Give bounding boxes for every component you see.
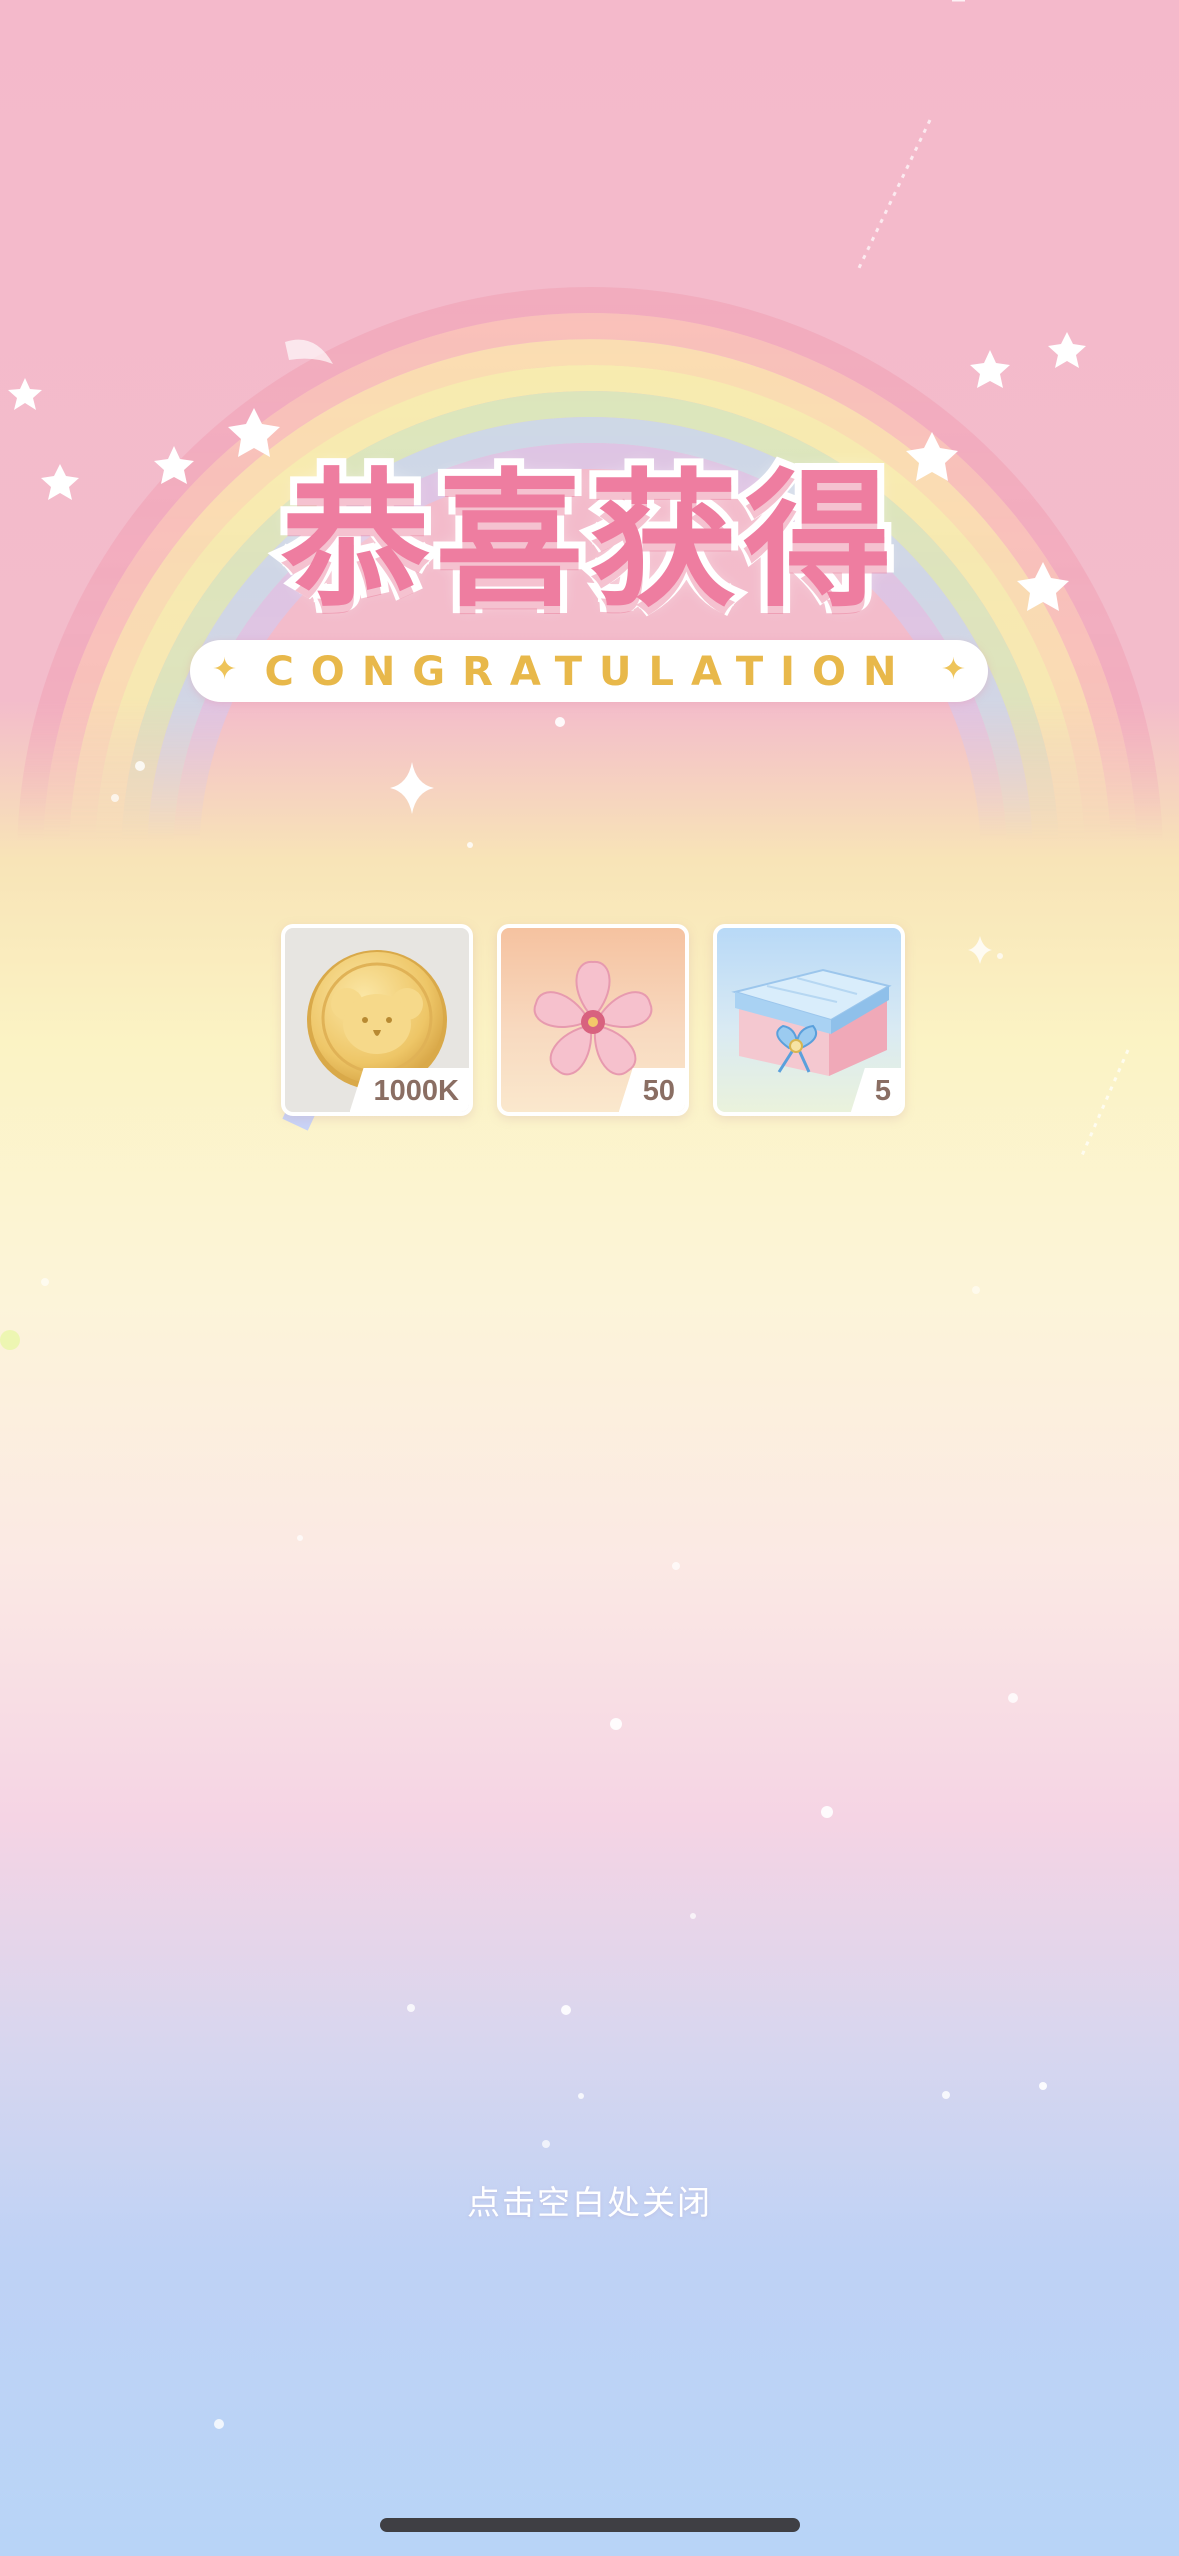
subtitle-banner: ✦ CONGRATULATION ✦ bbox=[190, 640, 988, 702]
star-icon bbox=[8, 378, 42, 410]
background-decoration bbox=[0, 0, 1163, 2429]
sparkle-icon bbox=[390, 762, 434, 814]
star-icon bbox=[970, 350, 1010, 388]
close-hint[interactable]: 点击空白处关闭 bbox=[0, 2176, 1179, 2224]
reward-item-gift-box[interactable]: 5 bbox=[713, 924, 905, 1116]
star-icon bbox=[1048, 332, 1086, 368]
sparkle-icon: ✦ bbox=[940, 652, 966, 687]
subtitle-text: CONGRATULATION bbox=[264, 649, 914, 695]
home-indicator[interactable] bbox=[380, 2518, 800, 2532]
page-title: 恭喜获得 bbox=[275, 448, 899, 634]
reward-item-sakura[interactable]: 50 bbox=[497, 924, 689, 1116]
sparkle-icon bbox=[968, 936, 992, 964]
reward-quantity: 1000K bbox=[349, 1068, 469, 1112]
reward-item-coin[interactable]: 1000K bbox=[281, 924, 473, 1116]
